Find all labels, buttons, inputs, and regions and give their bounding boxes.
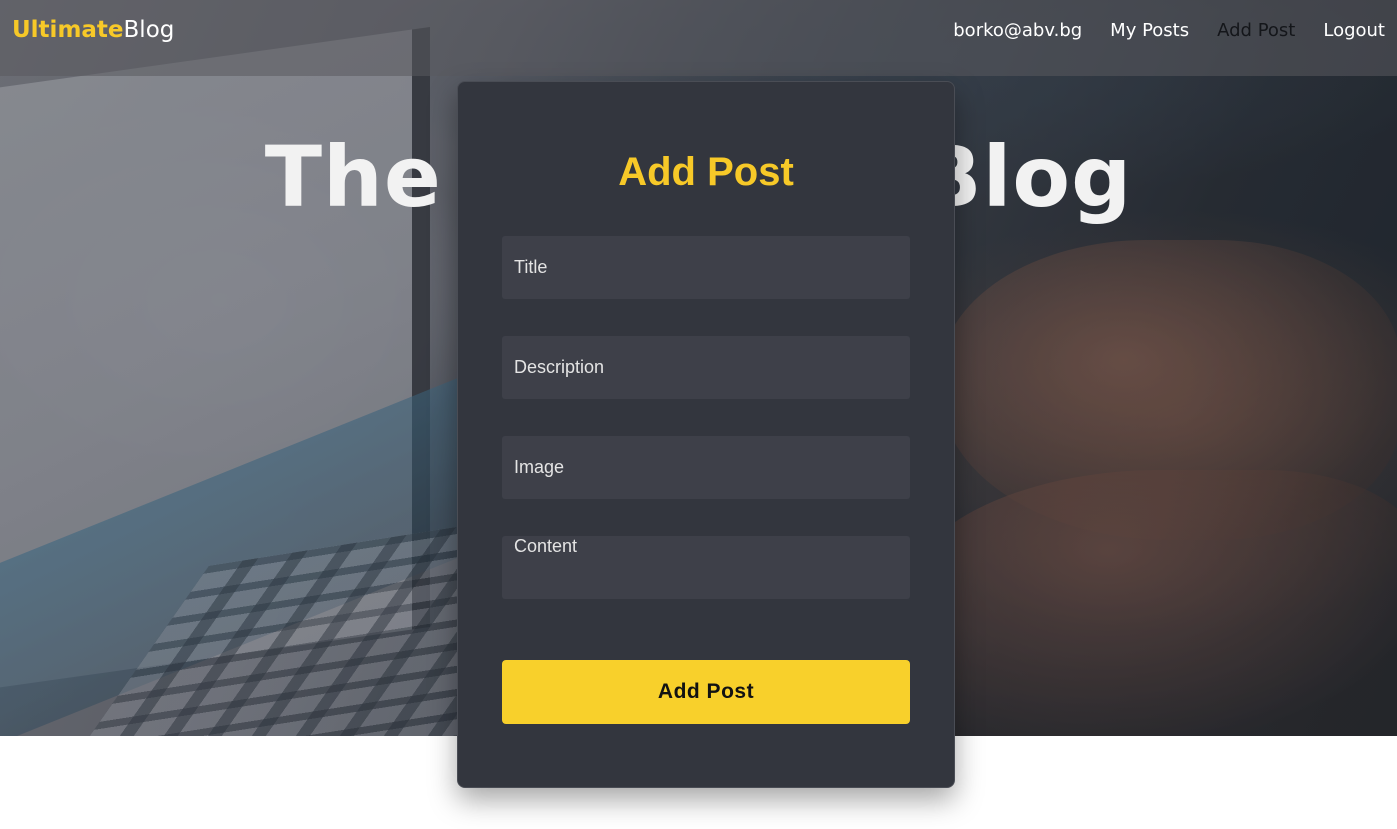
- add-post-button[interactable]: Add Post: [502, 660, 910, 724]
- title-input[interactable]: [502, 236, 910, 299]
- add-post-form: Add Post Add Post: [457, 81, 955, 788]
- content-textarea[interactable]: [502, 536, 910, 599]
- navbar: UltimateBlog borko@abv.bg My Posts Add P…: [0, 0, 1397, 76]
- brand-logo-part1: Ultimate: [12, 17, 124, 43]
- nav-my-posts[interactable]: My Posts: [1110, 20, 1189, 41]
- form-title: Add Post: [618, 150, 794, 194]
- image-input[interactable]: [502, 436, 910, 499]
- nav-add-post[interactable]: Add Post: [1217, 20, 1295, 41]
- nav-user-email[interactable]: borko@abv.bg: [953, 20, 1082, 41]
- brand-logo-part2: Blog: [123, 17, 175, 43]
- nav-logout[interactable]: Logout: [1323, 20, 1385, 41]
- brand-logo[interactable]: UltimateBlog: [12, 17, 174, 43]
- nav-links: borko@abv.bg My Posts Add Post Logout: [953, 20, 1385, 41]
- description-input[interactable]: [502, 336, 910, 399]
